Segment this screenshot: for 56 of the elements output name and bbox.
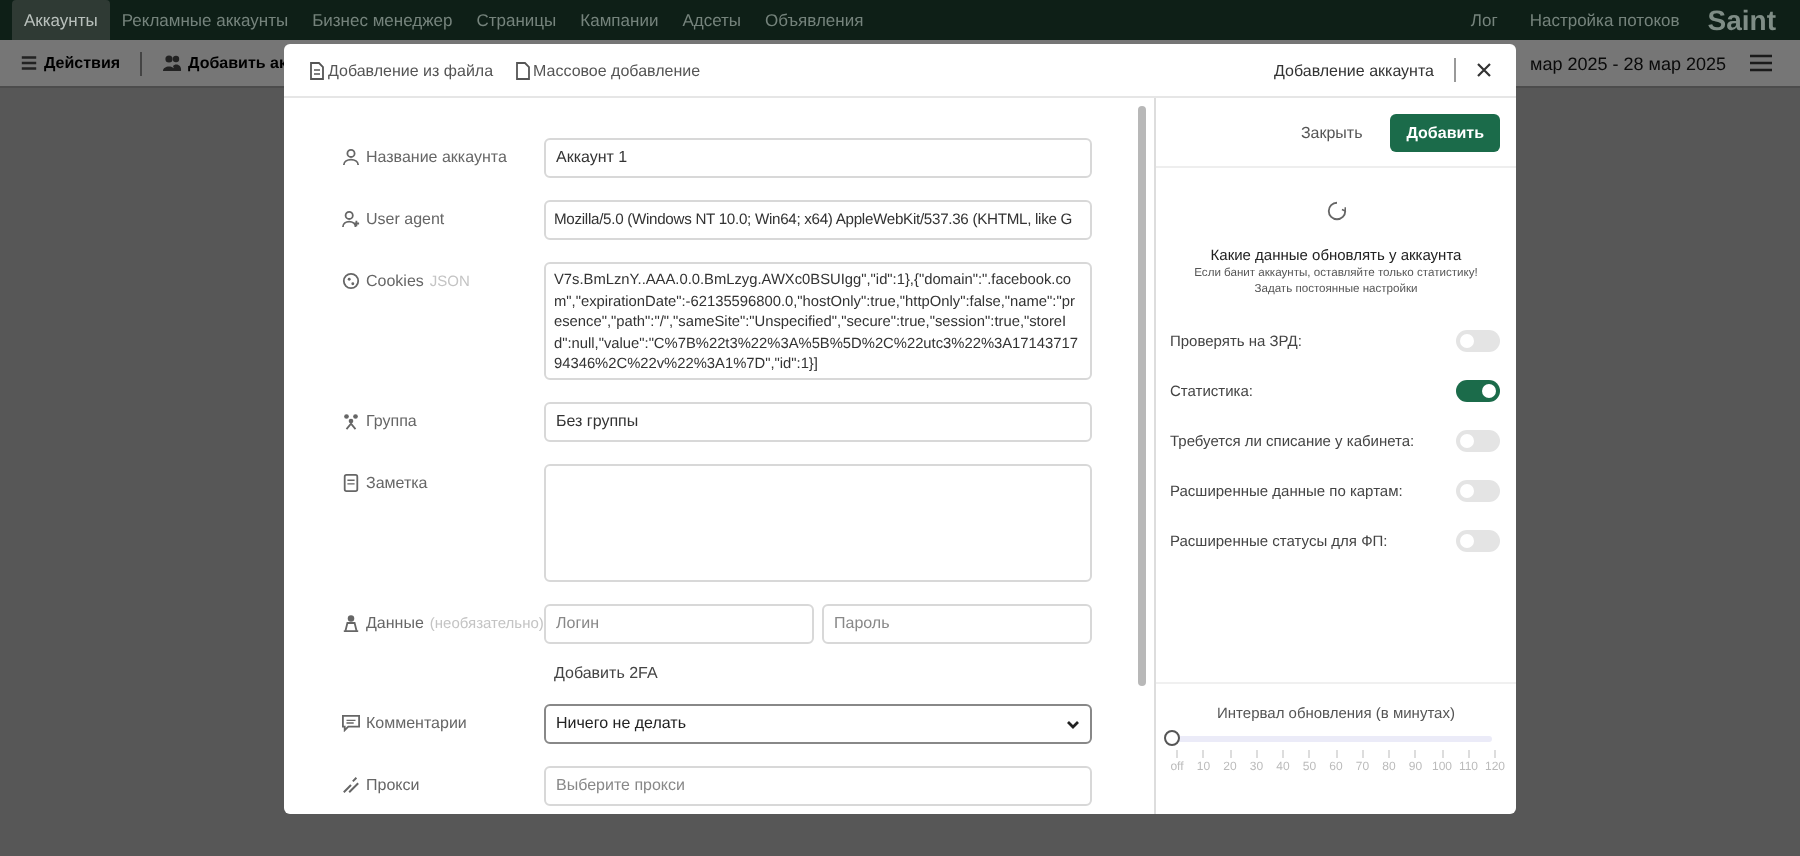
select-field[interactable]: Ничего не делать [544, 704, 1092, 744]
nav-tab[interactable]: Кампании [568, 0, 671, 40]
nav-link[interactable]: Настройка потоков [1529, 10, 1680, 30]
nav-tab[interactable]: Адсеты [670, 0, 754, 40]
input-field[interactable]: Пароль [822, 604, 1092, 644]
add-button[interactable]: Добавить [1390, 113, 1500, 151]
field-label: Заметка [366, 474, 428, 492]
refresh-icon [1325, 200, 1347, 222]
note-icon [342, 474, 360, 492]
scrollbar-thumb[interactable] [1138, 106, 1146, 686]
text-field[interactable]: Выберите прокси [544, 766, 1092, 806]
field-label: Название аккаунта [366, 148, 507, 166]
field-label: Комментарии [366, 714, 467, 732]
note-field[interactable] [544, 464, 1092, 582]
logo: Saint [1707, 4, 1776, 36]
toggle-switch[interactable] [1456, 380, 1500, 402]
link-icon [342, 776, 360, 794]
nav-tab[interactable]: Бизнес менеджер [300, 0, 465, 40]
toggle-switch[interactable] [1456, 530, 1500, 552]
slider-thumb[interactable] [1164, 730, 1180, 746]
field-label: Cookies [366, 272, 424, 290]
nav-link[interactable]: Лог [1470, 10, 1498, 30]
nav-tab[interactable]: Объявления [753, 0, 876, 40]
input-field[interactable]: Логин [544, 604, 814, 644]
nav-tab[interactable]: Рекламные аккаунты [109, 0, 301, 40]
field-label: Группа [366, 412, 417, 430]
close-button[interactable]: Закрыть [1300, 123, 1363, 141]
nav-tab[interactable]: Аккаунты [12, 0, 110, 40]
field-label: User agent [366, 210, 445, 228]
comment-icon [342, 714, 360, 732]
toggle-switch[interactable] [1456, 330, 1500, 352]
text-field[interactable]: Аккаунт 1 [544, 138, 1092, 178]
header-link[interactable]: Массовое добавление [515, 61, 701, 79]
add-2fa-link[interactable]: Добавить 2FA [544, 644, 1092, 682]
toggle-switch[interactable] [1456, 480, 1500, 502]
text-field[interactable]: Без группы [544, 402, 1092, 442]
cookie-icon [342, 272, 360, 290]
users-icon [162, 54, 183, 72]
nav-tab[interactable]: Страницы [464, 0, 569, 40]
dialog-title: Добавление аккаунта [1274, 61, 1434, 79]
chevron-down-icon [1066, 719, 1080, 729]
actions-button[interactable]: Действия [20, 54, 121, 72]
user-data-icon [342, 614, 360, 632]
list-icon [20, 54, 38, 72]
file-icon [310, 61, 324, 79]
toggle-switch[interactable] [1456, 430, 1500, 452]
field-label: Данные [366, 614, 424, 632]
date-range[interactable]: мар 2025 - 28 мар 2025 [1530, 53, 1726, 73]
file-icon [515, 61, 530, 79]
menu-icon[interactable] [1750, 54, 1772, 72]
header-link[interactable]: Добавление из файла [310, 61, 494, 79]
person-add-icon [342, 210, 360, 228]
group-icon [342, 412, 360, 430]
person-icon [342, 148, 360, 166]
close-icon[interactable] [1476, 62, 1492, 78]
field-label: Прокси [366, 776, 420, 794]
